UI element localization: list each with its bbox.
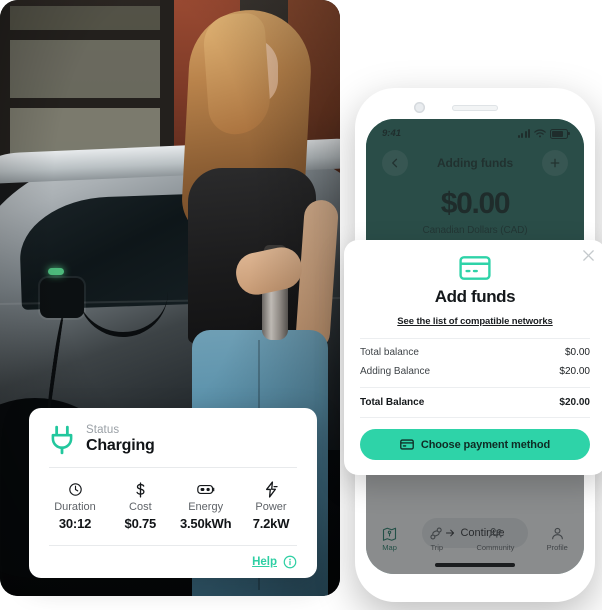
row-grand-total: Total Balance $20.00 (360, 388, 590, 408)
metric-duration: Duration 30:12 (49, 481, 101, 531)
metric-value: $0.75 (124, 516, 157, 531)
phone-mockup: 9:41 Adding funds (344, 88, 602, 602)
status-value: Charging (86, 437, 155, 454)
metric-value: 7.2kW (252, 516, 290, 531)
credit-card-icon (360, 256, 590, 280)
clock-icon (68, 481, 83, 498)
row-amount: $20.00 (559, 366, 590, 377)
status-text-group: Status Charging (86, 424, 155, 455)
modal-title: Add funds (434, 287, 516, 306)
battery-icon (196, 481, 215, 498)
metric-label: Cost (129, 501, 152, 513)
lightning-icon (264, 481, 278, 498)
earpiece-speaker (452, 105, 498, 111)
metric-power: Power 7.2kW (245, 481, 297, 531)
charging-status-card: Status Charging Duration 30:12 Cost $0.7… (29, 408, 317, 578)
row-amount: $20.00 (559, 397, 590, 408)
dollar-icon (133, 481, 148, 498)
metric-value: 3.50kWh (179, 516, 232, 531)
status-card-footer: Help (29, 546, 317, 569)
help-link[interactable]: Help (252, 556, 277, 568)
choose-payment-method-button[interactable]: Choose payment method (360, 429, 590, 460)
plug-icon (51, 425, 73, 454)
pay-button-label: Choose payment method (420, 438, 551, 451)
front-camera-dot (414, 102, 425, 113)
close-icon[interactable] (582, 249, 595, 262)
status-card-header: Status Charging (29, 408, 317, 467)
home-indicator (435, 563, 515, 567)
status-label: Status (86, 424, 120, 436)
row-label: Adding Balance (360, 366, 431, 377)
metric-label: Duration (54, 501, 96, 513)
row-total-balance: Total balance $0.00 (360, 339, 590, 358)
metrics-row: Duration 30:12 Cost $0.75 Energy 3.50kWh… (29, 468, 317, 545)
add-funds-modal: Add funds See the list of compatible net… (344, 240, 602, 475)
metric-value: 30:12 (58, 516, 92, 531)
row-label: Total Balance (360, 397, 425, 408)
metric-label: Power (255, 501, 287, 513)
row-label: Total balance (360, 347, 419, 358)
metric-cost: Cost $0.75 (114, 481, 166, 531)
info-circle-icon[interactable] (283, 555, 297, 569)
metric-label: Energy (188, 501, 224, 513)
row-amount: $0.00 (564, 347, 590, 358)
row-adding-balance: Adding Balance $20.00 (360, 358, 590, 377)
divider (360, 417, 590, 418)
metric-energy: Energy 3.50kWh (180, 481, 232, 531)
credit-card-small-icon (399, 439, 414, 450)
compatible-networks-link[interactable]: See the list of compatible networks (360, 316, 590, 327)
